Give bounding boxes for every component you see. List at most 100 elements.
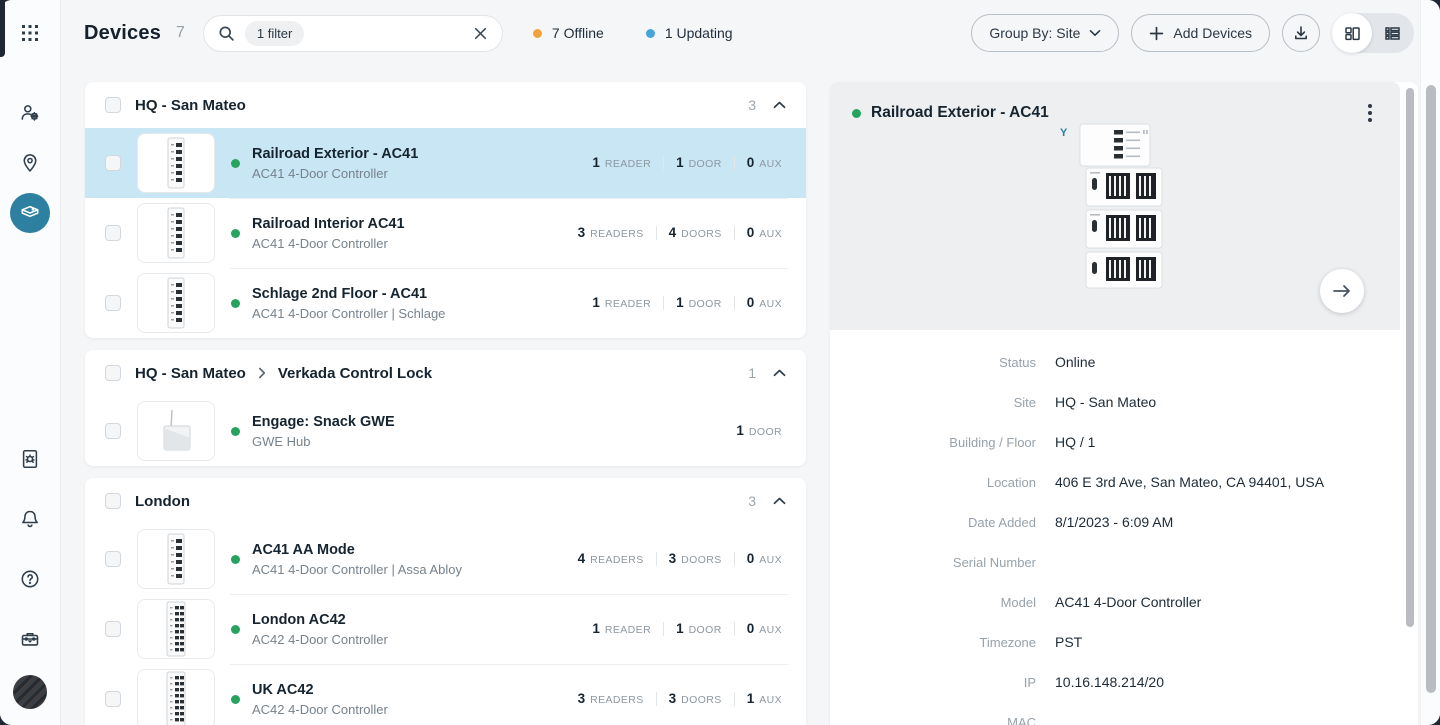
device-row-london-ac42[interactable]: London AC42 AC42 4-Door Controller 1READ…: [85, 594, 806, 664]
row-checkbox[interactable]: [105, 551, 121, 567]
devices-icon[interactable]: [10, 193, 50, 233]
device-stats: 1READER 1DOOR 0AUX: [592, 294, 782, 312]
add-devices-label: Add Devices: [1173, 25, 1252, 41]
row-checkbox[interactable]: [105, 155, 121, 171]
device-name: Schlage 2nd Floor - AC41: [252, 286, 445, 302]
online-dot: [231, 159, 240, 168]
device-stats: 4READERS 3DOORS 0AUX: [578, 550, 782, 568]
device-thumbnail: [137, 529, 215, 589]
help-icon[interactable]: [10, 559, 50, 599]
page-title: Devices: [84, 22, 161, 45]
field-value: 406 E 3rd Ave, San Mateo, CA 94401, USA: [1055, 474, 1324, 490]
window-scrollbar[interactable]: [1426, 85, 1436, 693]
device-model: GWE Hub: [252, 434, 395, 449]
field-value: HQ / 1: [1055, 434, 1095, 450]
device-stats: 1READER 1DOOR 0AUX: [592, 154, 782, 172]
detail-title: Railroad Exterior - AC41: [871, 104, 1049, 122]
split-view-button[interactable]: [1332, 13, 1372, 53]
device-name: UK AC42: [252, 682, 388, 698]
row-checkbox[interactable]: [105, 225, 121, 241]
offline-status[interactable]: 7 Offline: [533, 25, 604, 41]
online-dot: [231, 695, 240, 704]
online-dot: [231, 229, 240, 238]
field-value: 8/1/2023 - 6:09 AM: [1055, 514, 1173, 530]
app-grid-icon[interactable]: [10, 13, 50, 53]
field-label: Site: [830, 395, 1036, 410]
collapse-chevron-icon[interactable]: [773, 369, 786, 377]
view-toggle: [1332, 13, 1414, 53]
online-dot: [231, 555, 240, 564]
toolbox-icon[interactable]: [10, 619, 50, 659]
device-count: 7: [176, 24, 185, 42]
group-title: London: [135, 493, 190, 510]
chevron-down-icon: [1089, 29, 1101, 37]
field-label: Model: [830, 595, 1036, 610]
device-stats: 3READERS 3DOORS 1AUX: [578, 690, 782, 708]
device-name: Railroad Interior AC41: [252, 216, 405, 232]
clear-search-icon[interactable]: [473, 26, 488, 41]
group-count: 3: [748, 97, 756, 113]
window-scrollbar-track: [1420, 0, 1440, 725]
device-row-ac41-aa-mode[interactable]: AC41 AA Mode AC41 4-Door Controller | As…: [85, 524, 806, 594]
group-by-button[interactable]: Group By: Site: [971, 14, 1119, 52]
user-settings-icon[interactable]: [10, 93, 50, 133]
device-thumbnail: [137, 133, 215, 193]
detail-fields: StatusOnline SiteHQ - San Mateo Building…: [830, 330, 1418, 725]
row-checkbox[interactable]: [105, 691, 121, 707]
online-dot: [231, 625, 240, 634]
device-model: AC42 4-Door Controller: [252, 632, 388, 647]
location-pin-icon[interactable]: [10, 143, 50, 183]
group-header: HQ - San Mateo 3: [85, 82, 806, 128]
device-row-railroad-exterior[interactable]: Railroad Exterior - AC41 AC41 4-Door Con…: [85, 128, 806, 198]
export-button[interactable]: [1282, 14, 1320, 52]
device-row-uk-ac42[interactable]: UK AC42 AC42 4-Door Controller 3READERS …: [85, 664, 806, 725]
page-header: Devices 7 1 filter 7 Offline 1 Updating: [61, 0, 1440, 66]
list-view-button[interactable]: [1372, 13, 1412, 53]
device-row-railroad-interior[interactable]: Railroad Interior AC41 AC41 4-Door Contr…: [85, 198, 806, 268]
window-frame-edge: [0, 0, 5, 57]
device-name: London AC42: [252, 612, 388, 628]
row-checkbox[interactable]: [105, 423, 121, 439]
collapse-chevron-icon[interactable]: [773, 497, 786, 505]
online-dot: [231, 299, 240, 308]
search-icon: [218, 25, 235, 42]
group-title: HQ - San Mateo: [135, 97, 246, 114]
breadcrumb-chevron-icon: [258, 367, 266, 379]
online-dot: [231, 427, 240, 436]
main-area: Devices 7 1 filter 7 Offline 1 Updating: [61, 0, 1440, 725]
field-label: MAC: [830, 715, 1036, 725]
group-count: 1: [748, 365, 756, 381]
field-label: Building / Floor: [830, 435, 1036, 450]
notifications-bell-icon[interactable]: [10, 499, 50, 539]
collapse-chevron-icon[interactable]: [773, 101, 786, 109]
next-device-button[interactable]: [1320, 269, 1364, 313]
detail-scrollbar[interactable]: [1406, 88, 1414, 627]
download-icon: [1292, 24, 1310, 42]
updating-status[interactable]: 1 Updating: [646, 25, 733, 41]
device-row-schlage[interactable]: Schlage 2nd Floor - AC41 AC41 4-Door Con…: [85, 268, 806, 338]
device-name: AC41 AA Mode: [252, 542, 462, 558]
device-model: AC41 4-Door Controller: [252, 236, 405, 251]
group-checkbox[interactable]: [105, 97, 121, 113]
group-checkbox[interactable]: [105, 493, 121, 509]
sidebar: [0, 0, 61, 725]
field-value: 10.16.148.214/20: [1055, 674, 1164, 690]
plus-icon: [1149, 26, 1164, 41]
device-group-control-lock: HQ - San Mateo Verkada Control Lock 1: [85, 350, 806, 466]
add-devices-button[interactable]: Add Devices: [1131, 14, 1270, 52]
updating-label: 1 Updating: [665, 25, 733, 41]
filter-chip[interactable]: 1 filter: [245, 21, 304, 46]
group-checkbox[interactable]: [105, 365, 121, 381]
device-name: Railroad Exterior - AC41: [252, 146, 418, 162]
row-checkbox[interactable]: [105, 295, 121, 311]
search-input[interactable]: 1 filter: [203, 15, 503, 52]
svg-text:Y: Y: [1060, 127, 1068, 139]
detail-hero-section: Railroad Exterior - AC41 Y: [830, 82, 1400, 330]
online-dot: [852, 109, 861, 118]
row-checkbox[interactable]: [105, 621, 121, 637]
report-doc-icon[interactable]: [10, 439, 50, 479]
device-thumbnail: [137, 669, 215, 725]
avatar[interactable]: [13, 675, 47, 709]
device-row-engage-snack[interactable]: Engage: Snack GWE GWE Hub 1DOOR: [85, 396, 806, 466]
kebab-menu-icon[interactable]: [1362, 101, 1378, 125]
